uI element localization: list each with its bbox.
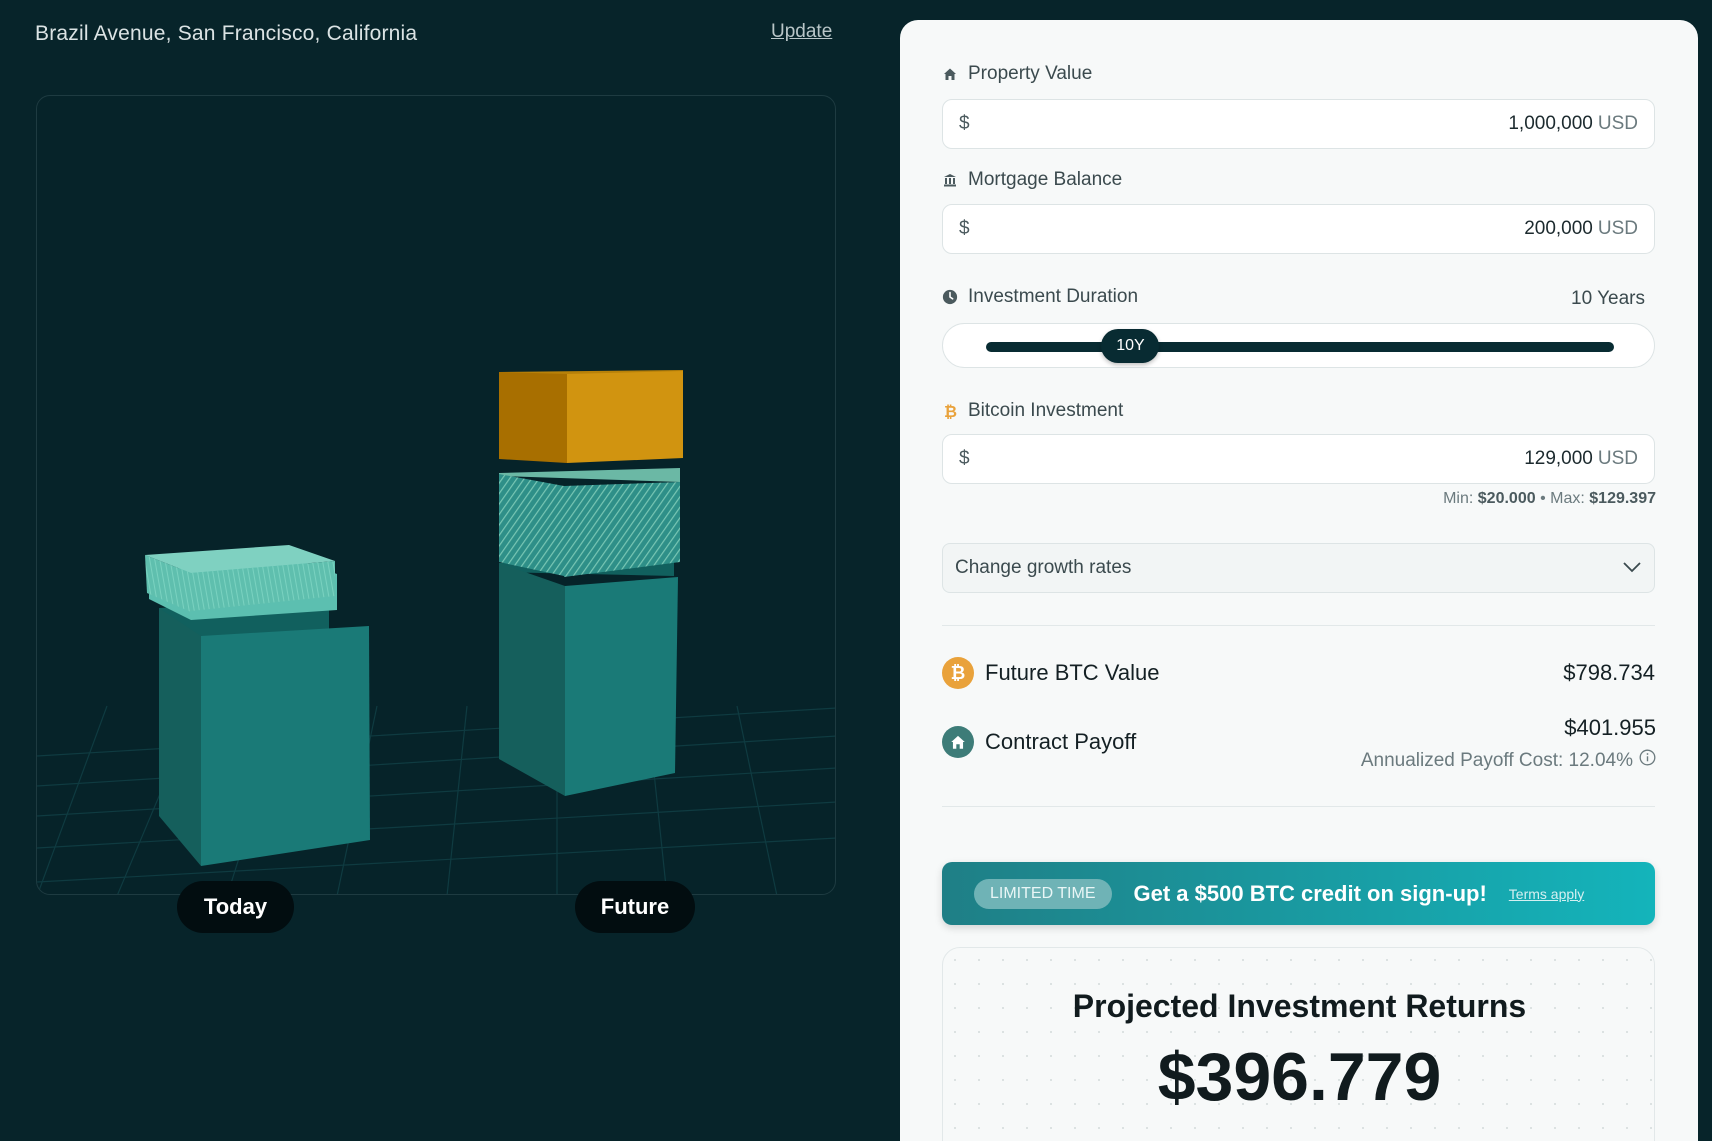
bitcoin-investment-amount: 129,000 bbox=[1524, 448, 1593, 469]
terms-link[interactable]: Terms apply bbox=[1509, 886, 1584, 902]
growth-rates-label: Change growth rates bbox=[955, 557, 1132, 578]
slider-thumb[interactable]: 10Y bbox=[1101, 329, 1160, 363]
mortgage-balance-input[interactable]: $ 200,000 USD bbox=[942, 204, 1655, 254]
currency-symbol: $ bbox=[959, 218, 970, 239]
future-btc-value: $798.734 bbox=[1563, 660, 1655, 685]
bitcoin-investment-label: Bitcoin Investment bbox=[968, 400, 1124, 421]
divider bbox=[942, 625, 1655, 626]
annualized-payoff-cost: Annualized Payoff Cost: 12.04% bbox=[1361, 749, 1656, 772]
projected-returns-card: Projected Investment Returns $396.779 bbox=[942, 947, 1655, 1141]
property-value-input[interactable]: $ 1,000,000 USD bbox=[942, 99, 1655, 149]
slider-track[interactable] bbox=[986, 342, 1614, 352]
currency-unit: USD bbox=[1597, 448, 1638, 469]
address-text: Brazil Avenue, San Francisco, California bbox=[35, 22, 418, 45]
calculator-panel: Property Value $ 1,000,000 USD Mortgage … bbox=[900, 20, 1698, 1141]
bitcoin-icon: ₿ bbox=[942, 402, 958, 420]
currency-symbol: $ bbox=[959, 448, 970, 469]
contract-payoff-label: Contract Payoff bbox=[985, 729, 1137, 754]
max-value: $129.397 bbox=[1589, 490, 1656, 507]
currency-unit: USD bbox=[1597, 218, 1638, 239]
returns-value: $396.779 bbox=[1157, 1039, 1442, 1115]
annualized-text: Annualized Payoff Cost: 12.04% bbox=[1360, 749, 1633, 771]
future-btc-row: ₿ Future BTC Value $798.734 bbox=[942, 657, 1655, 689]
future-equity-block bbox=[499, 468, 680, 577]
currency-unit: USD bbox=[1597, 113, 1638, 134]
promo-message: Get a $500 BTC credit on sign-up! bbox=[1133, 880, 1487, 906]
bitcoin-investment-label-row: ₿ Bitcoin Investment bbox=[942, 400, 1123, 422]
investment-duration-value: 10 Years bbox=[1571, 288, 1645, 309]
bitcoin-circle-icon: ₿ bbox=[942, 657, 974, 689]
bitcoin-investment-limits: Min: $20.000 • Max: $129.397 bbox=[1443, 490, 1656, 508]
svg-text:₿: ₿ bbox=[944, 402, 957, 420]
limited-time-badge: LIMITED TIME bbox=[974, 878, 1112, 909]
future-btc-label: Future BTC Value bbox=[985, 660, 1160, 685]
investment-duration-slider[interactable]: 10Y bbox=[942, 323, 1655, 368]
info-icon[interactable] bbox=[1639, 749, 1656, 772]
clock-icon bbox=[942, 289, 958, 305]
future-label: Future bbox=[575, 881, 695, 933]
chevron-down-icon bbox=[1622, 557, 1642, 579]
chart-3d-scene bbox=[37, 370, 835, 894]
property-value-label: Property Value bbox=[968, 63, 1093, 84]
mortgage-balance-amount: 200,000 bbox=[1524, 218, 1593, 239]
house-circle-icon bbox=[942, 726, 974, 758]
bitcoin-investment-input[interactable]: $ 129,000 USD bbox=[942, 434, 1655, 484]
mortgage-balance-label: Mortgage Balance bbox=[968, 169, 1123, 190]
investment-duration-label: Investment Duration bbox=[968, 286, 1139, 307]
contract-payoff-value: $401.955 bbox=[1564, 715, 1656, 740]
promo-banner[interactable]: LIMITED TIME Get a $500 BTC credit on si… bbox=[942, 862, 1655, 925]
property-value-amount: 1,000,000 bbox=[1508, 113, 1593, 134]
change-growth-rates-dropdown[interactable]: Change growth rates bbox=[942, 543, 1655, 593]
today-label: Today bbox=[177, 881, 294, 933]
future-bitcoin-block bbox=[499, 370, 683, 463]
property-visualization bbox=[36, 95, 836, 895]
bank-icon bbox=[942, 172, 958, 188]
min-value: $20.000 bbox=[1477, 490, 1536, 507]
update-link[interactable]: Update bbox=[771, 21, 832, 43]
floor-grid bbox=[37, 705, 835, 894]
home-icon bbox=[942, 66, 958, 82]
divider bbox=[942, 806, 1655, 807]
future-property-block bbox=[499, 560, 678, 796]
max-label: Max: bbox=[1550, 490, 1585, 507]
returns-title: Projected Investment Returns bbox=[1072, 988, 1527, 1024]
min-label: Min: bbox=[1443, 490, 1474, 507]
currency-symbol: $ bbox=[959, 113, 970, 134]
mortgage-balance-label-row: Mortgage Balance bbox=[942, 169, 1122, 191]
limits-separator: • bbox=[1540, 490, 1546, 507]
property-value-label-row: Property Value bbox=[942, 63, 1092, 85]
investment-duration-label-row: Investment Duration bbox=[942, 286, 1138, 308]
